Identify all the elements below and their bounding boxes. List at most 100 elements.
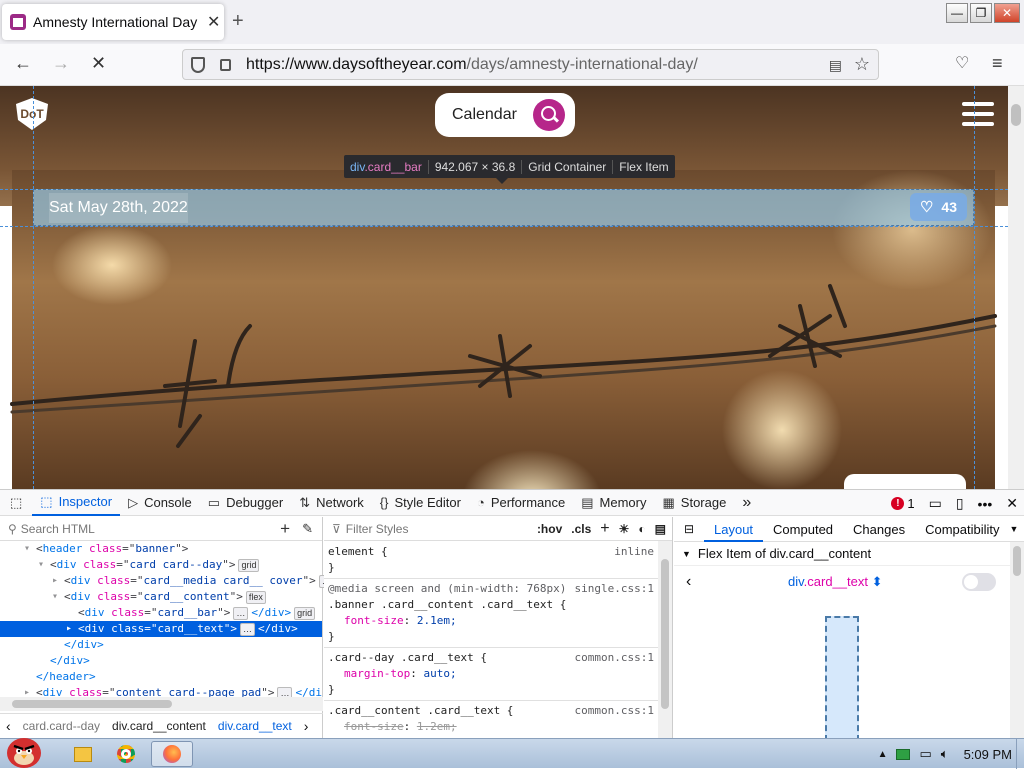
devtools-options-icon[interactable]: ••• [978, 496, 993, 512]
classes-toggle[interactable]: .cls [571, 522, 591, 536]
hamburger-menu-icon[interactable] [962, 102, 994, 128]
css-selector[interactable]: element {inline [324, 544, 672, 560]
css-declaration[interactable]: font-size: 1.2em; [324, 719, 672, 735]
more-tools-button[interactable]: » [734, 489, 759, 516]
tab-performance[interactable]: ◔ Performance [469, 489, 573, 516]
hover-states-toggle[interactable]: :hov [537, 522, 562, 536]
markup-hscrollbar[interactable] [0, 697, 323, 711]
add-node-icon[interactable]: + [280, 519, 290, 539]
chrome-taskbar-icon[interactable] [105, 741, 147, 767]
new-tab-button[interactable]: + [232, 10, 244, 33]
search-html-input[interactable]: Search HTML [21, 522, 95, 536]
css-declaration[interactable]: font-size: 2.1em; [324, 613, 672, 629]
element-picker-icon[interactable]: ⬚ [0, 489, 32, 516]
light-theme-icon[interactable]: ☀ [619, 522, 630, 536]
tab-storage[interactable]: ▦ Storage [654, 489, 734, 516]
tab-computed[interactable]: Computed [763, 517, 843, 542]
minimize-button[interactable]: — [946, 3, 968, 23]
markup-node[interactable]: </header> [0, 669, 322, 685]
expand-toggle-icon[interactable]: ▾ [38, 557, 44, 573]
stop-button[interactable]: ✕ [91, 53, 106, 74]
tab-network[interactable]: ⇅ Network [291, 489, 372, 516]
search-icon[interactable] [533, 99, 565, 131]
pocket-icon[interactable]: ♡ [955, 53, 969, 73]
dark-theme-icon[interactable]: ◐ [638, 522, 645, 536]
eyedropper-icon[interactable]: ✎ [302, 521, 313, 537]
flex-overlay-toggle[interactable] [962, 573, 996, 591]
likes-button[interactable]: ♡ 43 [909, 193, 967, 221]
tab-console[interactable]: ▷ Console [120, 489, 200, 516]
network-icon[interactable]: ▭ [919, 746, 931, 762]
url-text[interactable]: https://www.daysoftheyear.com/days/amnes… [246, 56, 698, 74]
rule-source-link[interactable]: common.css:1 [575, 703, 654, 719]
tracking-protection-icon[interactable] [191, 56, 205, 73]
bookmark-star-icon[interactable]: ☆ [854, 54, 870, 75]
rule-source-link[interactable]: inline [614, 544, 654, 560]
breadcrumb-item[interactable]: card.card--day [17, 719, 106, 733]
close-window-button[interactable]: ✕ [994, 3, 1020, 23]
explorer-taskbar-icon[interactable] [62, 741, 104, 767]
clock[interactable]: 5:09 PM [964, 747, 1012, 762]
rule-source-link[interactable]: common.css:1 [575, 650, 654, 666]
breadcrumb-back-icon[interactable]: ‹ [0, 718, 17, 734]
toggle-sidebar-icon[interactable]: ⊟ [674, 522, 704, 536]
css-selector[interactable]: .card__content .card__text {common.css:1 [324, 703, 672, 719]
add-rule-button[interactable]: + [600, 520, 609, 538]
tab-close-icon[interactable]: ✕ [207, 12, 220, 32]
search-html-bar[interactable]: ⚲ Search HTML + ✎ [0, 517, 322, 541]
reader-view-icon[interactable]: ▤ [829, 57, 842, 74]
app-menu-icon[interactable]: ≡ [992, 53, 1003, 74]
forward-button[interactable]: → [52, 53, 70, 74]
responsive-design-icon[interactable]: ▯ [956, 495, 964, 512]
tab-inspector[interactable]: ⬚ Inspector [32, 489, 121, 516]
back-button[interactable]: ← [14, 53, 32, 74]
flex-item-select[interactable]: div.card__text ⬍ [788, 574, 883, 590]
markup-node[interactable]: </div> [0, 637, 322, 653]
tab-changes[interactable]: Changes [843, 517, 915, 542]
markup-node[interactable]: ▾ <div class="card card--day"> grid [0, 557, 322, 573]
error-count[interactable]: ! 1 [891, 496, 915, 511]
firefox-taskbar-icon[interactable] [151, 741, 193, 767]
expand-toggle-icon[interactable]: ▸ [52, 573, 58, 589]
css-selector[interactable]: .banner .card__content .card__text { [324, 597, 672, 613]
toggle-split-console-icon[interactable]: ▭ [929, 495, 942, 512]
browser-tab[interactable]: Amnesty International Day (N ✕ [2, 4, 224, 40]
markup-node[interactable]: ▸ <div class="card__text">… </div> [0, 621, 322, 637]
tab-memory[interactable]: ▤ Memory [573, 489, 654, 516]
floating-widget[interactable] [844, 474, 966, 489]
markup-node[interactable]: ▾ <header class="banner"> [0, 541, 322, 557]
page-scrollbar[interactable] [1008, 86, 1024, 489]
print-media-icon[interactable]: ▤ [655, 522, 666, 536]
start-button-icon[interactable] [2, 733, 48, 769]
markup-node[interactable]: </div> [0, 653, 322, 669]
calendar-search-pill[interactable]: Calendar [435, 93, 575, 137]
markup-node[interactable]: <div class="card__bar">… </div> grid [0, 605, 322, 621]
rules-scrollbar[interactable] [658, 541, 672, 738]
filter-styles-input[interactable]: Filter Styles [346, 522, 409, 536]
tab-compatibility[interactable]: Compatibility [915, 517, 1009, 542]
expand-toggle-icon[interactable]: ▾ [24, 541, 30, 557]
back-icon[interactable]: ‹ [686, 573, 691, 591]
expand-toggle-icon[interactable]: ▸ [66, 621, 72, 637]
close-devtools-icon[interactable]: ✕ [1006, 495, 1018, 512]
css-declaration[interactable]: margin-top: auto; [324, 666, 672, 682]
site-logo-icon[interactable]: DoT [12, 94, 52, 136]
tab-debugger[interactable]: ▭ Debugger [200, 489, 291, 516]
tabs-overflow-icon[interactable]: ▼ [1010, 524, 1019, 534]
layout-scrollbar[interactable] [1010, 542, 1024, 738]
css-selector[interactable]: .card--day .card__text {common.css:1 [324, 650, 672, 666]
breadcrumb-item[interactable]: div.card__text [212, 719, 298, 733]
show-desktop-button[interactable] [1016, 739, 1024, 769]
url-bar[interactable]: https://www.daysoftheyear.com/days/amnes… [182, 49, 879, 80]
calendar-label[interactable]: Calendar [452, 106, 517, 124]
show-hidden-icons-icon[interactable]: ▲ [878, 749, 888, 760]
volume-icon[interactable]: 🔈︎ [941, 746, 949, 762]
markup-node[interactable]: ▾ <div class="card__content"> flex [0, 589, 322, 605]
flex-item-header[interactable]: ▼ Flex Item of div.card__content [674, 542, 1024, 566]
tab-layout[interactable]: Layout [704, 517, 764, 542]
tab-style-editor[interactable]: {} Style Editor [372, 489, 469, 516]
lock-icon[interactable] [220, 58, 231, 71]
markup-node[interactable]: ▸<div class="card__media card__ cover">… [0, 573, 334, 589]
battery-icon[interactable] [896, 748, 911, 760]
breadcrumb-item[interactable]: div.card__content [106, 719, 212, 733]
